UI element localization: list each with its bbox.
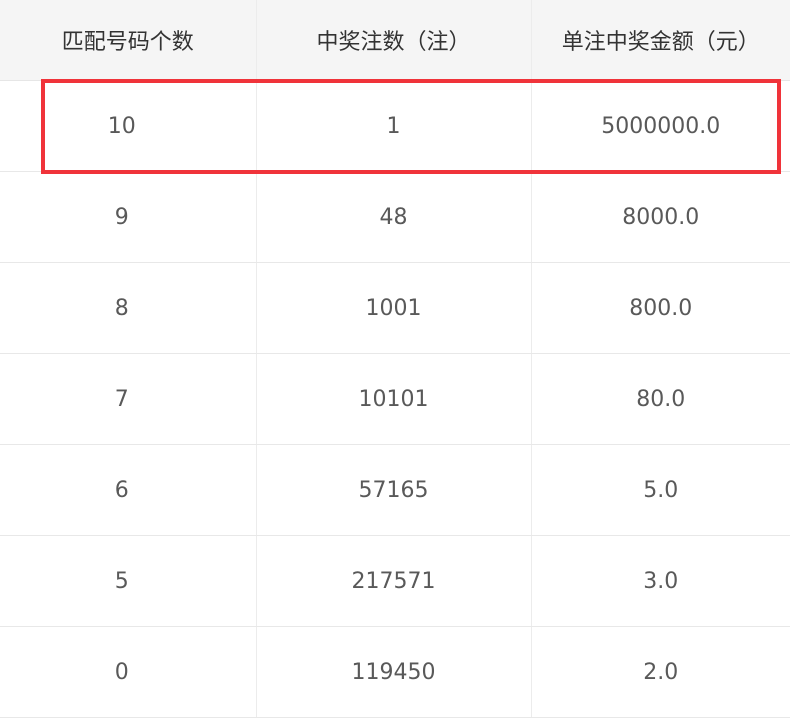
cell-winning-bets: 48 xyxy=(255,171,531,263)
prize-table: 匹配号码个数 中奖注数（注） 单注中奖金额（元） 10 1 5000000.0 … xyxy=(0,0,790,718)
cell-prize-per-bet: 80.0 xyxy=(530,353,790,445)
header-winning-bets: 中奖注数（注） xyxy=(255,0,531,81)
table-row: 10 1 5000000.0 xyxy=(0,80,790,172)
header-prize-per-bet: 单注中奖金额（元） xyxy=(530,0,790,81)
cell-prize-per-bet: 8000.0 xyxy=(530,171,790,263)
cell-match-count: 5 xyxy=(0,535,256,627)
header-match-count: 匹配号码个数 xyxy=(0,0,256,81)
cell-winning-bets: 1001 xyxy=(255,262,531,354)
cell-match-count: 9 xyxy=(0,171,256,263)
cell-match-count: 6 xyxy=(0,444,256,536)
cell-prize-per-bet: 2.0 xyxy=(530,626,790,718)
cell-winning-bets: 217571 xyxy=(255,535,531,627)
table-row: 9 48 8000.0 xyxy=(0,171,790,263)
table-row: 7 10101 80.0 xyxy=(0,353,790,445)
cell-winning-bets: 57165 xyxy=(255,444,531,536)
cell-winning-bets: 10101 xyxy=(255,353,531,445)
cell-winning-bets: 119450 xyxy=(255,626,531,718)
cell-prize-per-bet: 5.0 xyxy=(530,444,790,536)
header-row: 匹配号码个数 中奖注数（注） 单注中奖金额（元） xyxy=(0,0,790,81)
table-row: 5 217571 3.0 xyxy=(0,535,790,627)
table-row: 0 119450 2.0 xyxy=(0,626,790,718)
table-body: 10 1 5000000.0 9 48 8000.0 8 1001 800.0 … xyxy=(0,80,790,718)
cell-match-count: 7 xyxy=(0,353,256,445)
cell-match-count: 0 xyxy=(0,626,256,718)
table-row: 8 1001 800.0 xyxy=(0,262,790,354)
cell-prize-per-bet: 3.0 xyxy=(530,535,790,627)
table-header: 匹配号码个数 中奖注数（注） 单注中奖金额（元） xyxy=(0,0,790,81)
cell-prize-per-bet: 800.0 xyxy=(530,262,790,354)
cell-winning-bets: 1 xyxy=(255,80,531,172)
cell-prize-per-bet: 5000000.0 xyxy=(530,80,790,172)
cell-match-count: 8 xyxy=(0,262,256,354)
table-row: 6 57165 5.0 xyxy=(0,444,790,536)
cell-match-count: 10 xyxy=(0,80,256,172)
